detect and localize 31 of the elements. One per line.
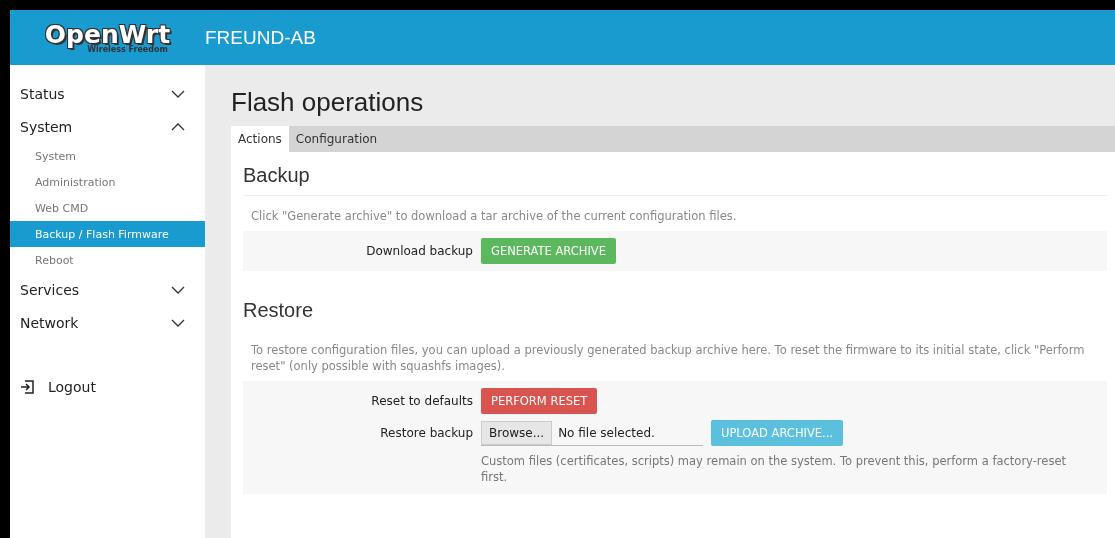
field-label: Reset to defaults [370, 393, 473, 408]
chevron-down-icon [171, 285, 185, 294]
tab[interactable]: Configuration [288, 126, 385, 152]
field-label: Download backup [365, 242, 473, 258]
submenu-item[interactable]: Administration [10, 169, 205, 195]
file-input[interactable]: Browse... No file selected. [481, 420, 703, 446]
menu-item[interactable]: Services [20, 273, 205, 306]
tab[interactable]: Actions [231, 126, 289, 152]
section-description: To restore configuration files, you can upload a previously generated backup archive here. To reset the firmware to its initial state, click "Perform reset" (only possible with squashfs images). [251, 341, 1086, 375]
help-text: Custom files (certificates, scripts) may remain on the system. To prevent this, perform a factory-reset first. [481, 454, 1067, 486]
chevron-down-icon [171, 89, 185, 98]
logout-icon [20, 380, 34, 394]
file-status: No file selected. [558, 425, 655, 440]
page-title: Flash operations [231, 87, 425, 118]
section-title: Restore [243, 297, 315, 323]
field-label: Restore backup [379, 425, 473, 440]
logo: OpenWrt [44, 21, 171, 47]
hostname: FREUND-AB [205, 26, 316, 49]
chevron-up-icon [171, 122, 185, 131]
submenu-item[interactable]: System [10, 143, 205, 169]
menu-item[interactable]: Status [20, 77, 205, 110]
logout-link[interactable]: Logout [48, 379, 96, 395]
submenu-item[interactable]: Reboot [10, 247, 205, 273]
chevron-down-icon [171, 318, 185, 327]
menu-item[interactable]: System [20, 110, 205, 143]
section-description: Click "Generate archive" to download a tar archive of the current configuration files. [251, 208, 738, 225]
section-title: Backup [243, 158, 1107, 196]
submenu-item[interactable]: Web CMD [10, 195, 205, 221]
browse-button[interactable]: Browse... [481, 420, 553, 445]
action-button[interactable]: PERFORM RESET [481, 388, 598, 414]
menu-item[interactable]: Network [20, 306, 205, 339]
